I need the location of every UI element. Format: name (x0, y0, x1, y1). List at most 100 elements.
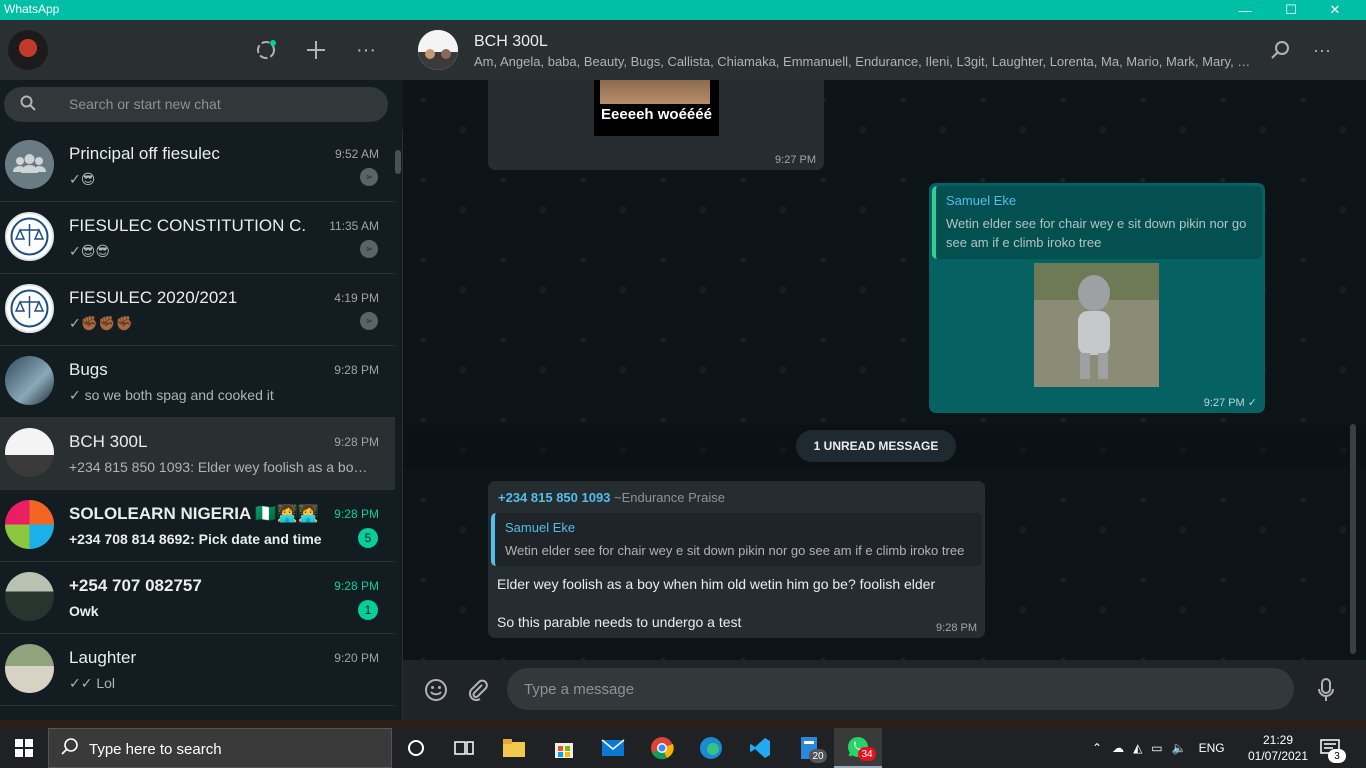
volume-icon[interactable]: 🔈 (1172, 741, 1187, 755)
sololearn-logo-avatar (5, 500, 54, 549)
network-icon[interactable]: ◭ (1133, 741, 1142, 755)
vscode-icon[interactable] (736, 728, 784, 768)
file-explorer-icon[interactable] (490, 728, 538, 768)
chrome-icon[interactable] (638, 728, 686, 768)
message-time: 9:28 PM (936, 622, 977, 634)
chat-item-fiesulec-constitution[interactable]: FIESULEC CONSTITUTION C. 11:35 AM ✓😎😎 ➢ (0, 202, 395, 274)
my-avatar[interactable] (8, 30, 48, 70)
new-chat-plus-icon[interactable] (303, 37, 329, 63)
scales-logo-avatar (5, 284, 54, 333)
message-input-placeholder: Type a message (524, 681, 635, 698)
unread-count-badge: 1 (358, 600, 378, 620)
chat-preview: ✓😎 (69, 171, 96, 187)
clock-time: 21:29 (1262, 733, 1294, 747)
language-indicator[interactable]: ENG (1199, 741, 1225, 755)
microphone-icon[interactable] (1312, 676, 1340, 704)
chevron-up-icon[interactable]: ⌃ (1092, 741, 1102, 755)
chat-item-bch-300l[interactable]: BCH 300L 9:28 PM +234 815 850 1093: Elde… (0, 418, 395, 490)
search-messages-icon[interactable] (1269, 38, 1293, 62)
contact-photo-avatar (5, 356, 54, 405)
group-avatar[interactable] (418, 30, 458, 70)
chat-preview: ✓ so we both spag and cooked it (69, 387, 274, 403)
taskbar-clock[interactable]: 21:29 01/07/2021 (1246, 732, 1310, 764)
windows-start-icon[interactable] (0, 728, 48, 768)
chat-list-pane: ··· Search or start new chat Principal o… (0, 20, 403, 720)
files-app-icon[interactable]: 20 (785, 728, 833, 768)
chat-item-fiesulec-2020[interactable]: FIESULEC 2020/2021 4:19 PM ✓✊🏾✊🏾✊🏾 ➢ (0, 274, 395, 346)
conversation-pane: BCH 300L Am, Angela, baba, Beauty, Bugs,… (403, 20, 1366, 720)
chat-name: BCH 300L (69, 432, 148, 451)
notifications-badge: 3 (1328, 749, 1346, 763)
chat-list: Principal off fiesulec 9:52 AM ✓😎 ➢ FIES… (0, 130, 395, 720)
chat-time: 9:28 PM (334, 579, 379, 593)
notifications-icon[interactable]: 3 (1310, 728, 1350, 768)
conversation-menu-icon[interactable]: ··· (1310, 38, 1334, 62)
desktop-strip (0, 720, 1366, 728)
emoji-icon[interactable] (422, 676, 450, 704)
task-view-icon[interactable] (440, 728, 488, 768)
chat-item-254-707[interactable]: +254 707 082757 9:28 PM Owk 1 (0, 562, 395, 634)
paperclip-icon[interactable] (463, 676, 491, 704)
message-scrollbar[interactable] (1350, 424, 1356, 654)
close-button[interactable]: ✕ (1312, 0, 1358, 20)
outgoing-message-bubble[interactable]: Samuel Eke Wetin elder see for chair wey… (929, 183, 1265, 413)
edge-icon[interactable] (687, 728, 735, 768)
chat-item-principal[interactable]: Principal off fiesulec 9:52 AM ✓😎 ➢ (0, 130, 395, 202)
quoted-message[interactable]: Samuel Eke Wetin elder see for chair wey… (491, 513, 982, 566)
window-title-bar: WhatsApp — ☐ ✕ (0, 0, 1366, 20)
whatsapp-badge: 34 (858, 747, 876, 761)
chat-time: 9:28 PM (334, 363, 379, 377)
search-icon (61, 738, 79, 761)
chat-item-laughter[interactable]: Laughter 9:20 PM ✓✓ Lol (0, 634, 395, 706)
quote-text: Wetin elder see for chair wey e sit down… (946, 216, 1247, 250)
maximize-button[interactable]: ☐ (1268, 0, 1314, 20)
chat-time: 9:52 AM (334, 147, 379, 161)
battery-icon[interactable]: ▭ (1151, 741, 1162, 755)
chat-item-bugs[interactable]: Bugs 9:28 PM ✓ so we both spag and cooke… (0, 346, 395, 418)
quoted-message[interactable]: Samuel Eke Wetin elder see for chair wey… (932, 186, 1262, 259)
message-input[interactable]: Type a message (507, 668, 1294, 710)
message-time: 9:27 PM (775, 154, 816, 166)
conversation-header[interactable]: BCH 300L Am, Angela, baba, Beauty, Bugs,… (403, 20, 1366, 80)
sender-name: ~Endurance Praise (614, 490, 725, 505)
chat-time: 9:20 PM (334, 651, 379, 665)
search-input[interactable]: Search or start new chat (4, 87, 388, 122)
group-default-avatar (5, 140, 54, 189)
pin-icon: ➢ (360, 168, 378, 186)
minimize-button[interactable]: — (1222, 0, 1268, 20)
quote-author: Samuel Eke (946, 193, 1017, 208)
pin-icon: ➢ (360, 240, 378, 258)
image-thumbnail[interactable] (1034, 263, 1159, 387)
chat-time: 9:28 PM (334, 435, 379, 449)
image-message-bubble[interactable]: Eeeeeh woéééé 9:27 PM (488, 80, 824, 170)
mail-icon[interactable] (589, 728, 637, 768)
chat-list-scrollbar[interactable] (395, 150, 401, 174)
chat-preview: ✓😎😎 (69, 243, 110, 259)
chat-name: Principal off fiesulec (69, 144, 220, 163)
incoming-message-bubble[interactable]: +234 815 850 1093 ~Endurance Praise Samu… (488, 481, 985, 638)
search-placeholder: Search or start new chat (69, 96, 221, 112)
onedrive-cloud-icon[interactable]: ☁ (1112, 741, 1124, 755)
whatsapp-taskbar-icon[interactable]: 34 (834, 728, 882, 768)
menu-more-icon[interactable]: ··· (353, 37, 379, 63)
cortana-icon[interactable] (392, 728, 440, 768)
search-icon (20, 95, 38, 113)
unread-messages-label: 1 UNREAD MESSAGE (796, 430, 956, 462)
image-thumbnail[interactable]: Eeeeeh woéééé (594, 80, 719, 136)
chat-name: Bugs (69, 360, 108, 379)
message-area[interactable]: Eeeeeh woéééé 9:27 PM Samuel Eke Wetin e… (403, 80, 1366, 660)
chat-name: Laughter (69, 648, 137, 667)
contact-photo-avatar (5, 572, 54, 621)
left-header: ··· (0, 20, 403, 80)
sender-phone[interactable]: +234 815 850 1093 (498, 490, 610, 505)
chat-item-sololearn[interactable]: SOLOLEARN NIGERIA 🇳🇬👩‍💻👩‍💻 9:28 PM +234 … (0, 490, 395, 562)
chat-name: FIESULEC 2020/2021 (69, 288, 238, 307)
status-icon[interactable] (253, 37, 279, 63)
chat-name: FIESULEC CONSTITUTION C. (69, 216, 307, 235)
store-icon[interactable] (540, 728, 588, 768)
unread-count-badge: 5 (358, 528, 378, 548)
taskbar-search-input[interactable]: Type here to search (48, 728, 392, 768)
message-text-line: Elder wey foolish as a boy when him old … (497, 576, 936, 592)
chat-preview: +234 708 814 8692: Pick date and time (69, 531, 322, 547)
clock-date: 01/07/2021 (1247, 749, 1309, 763)
